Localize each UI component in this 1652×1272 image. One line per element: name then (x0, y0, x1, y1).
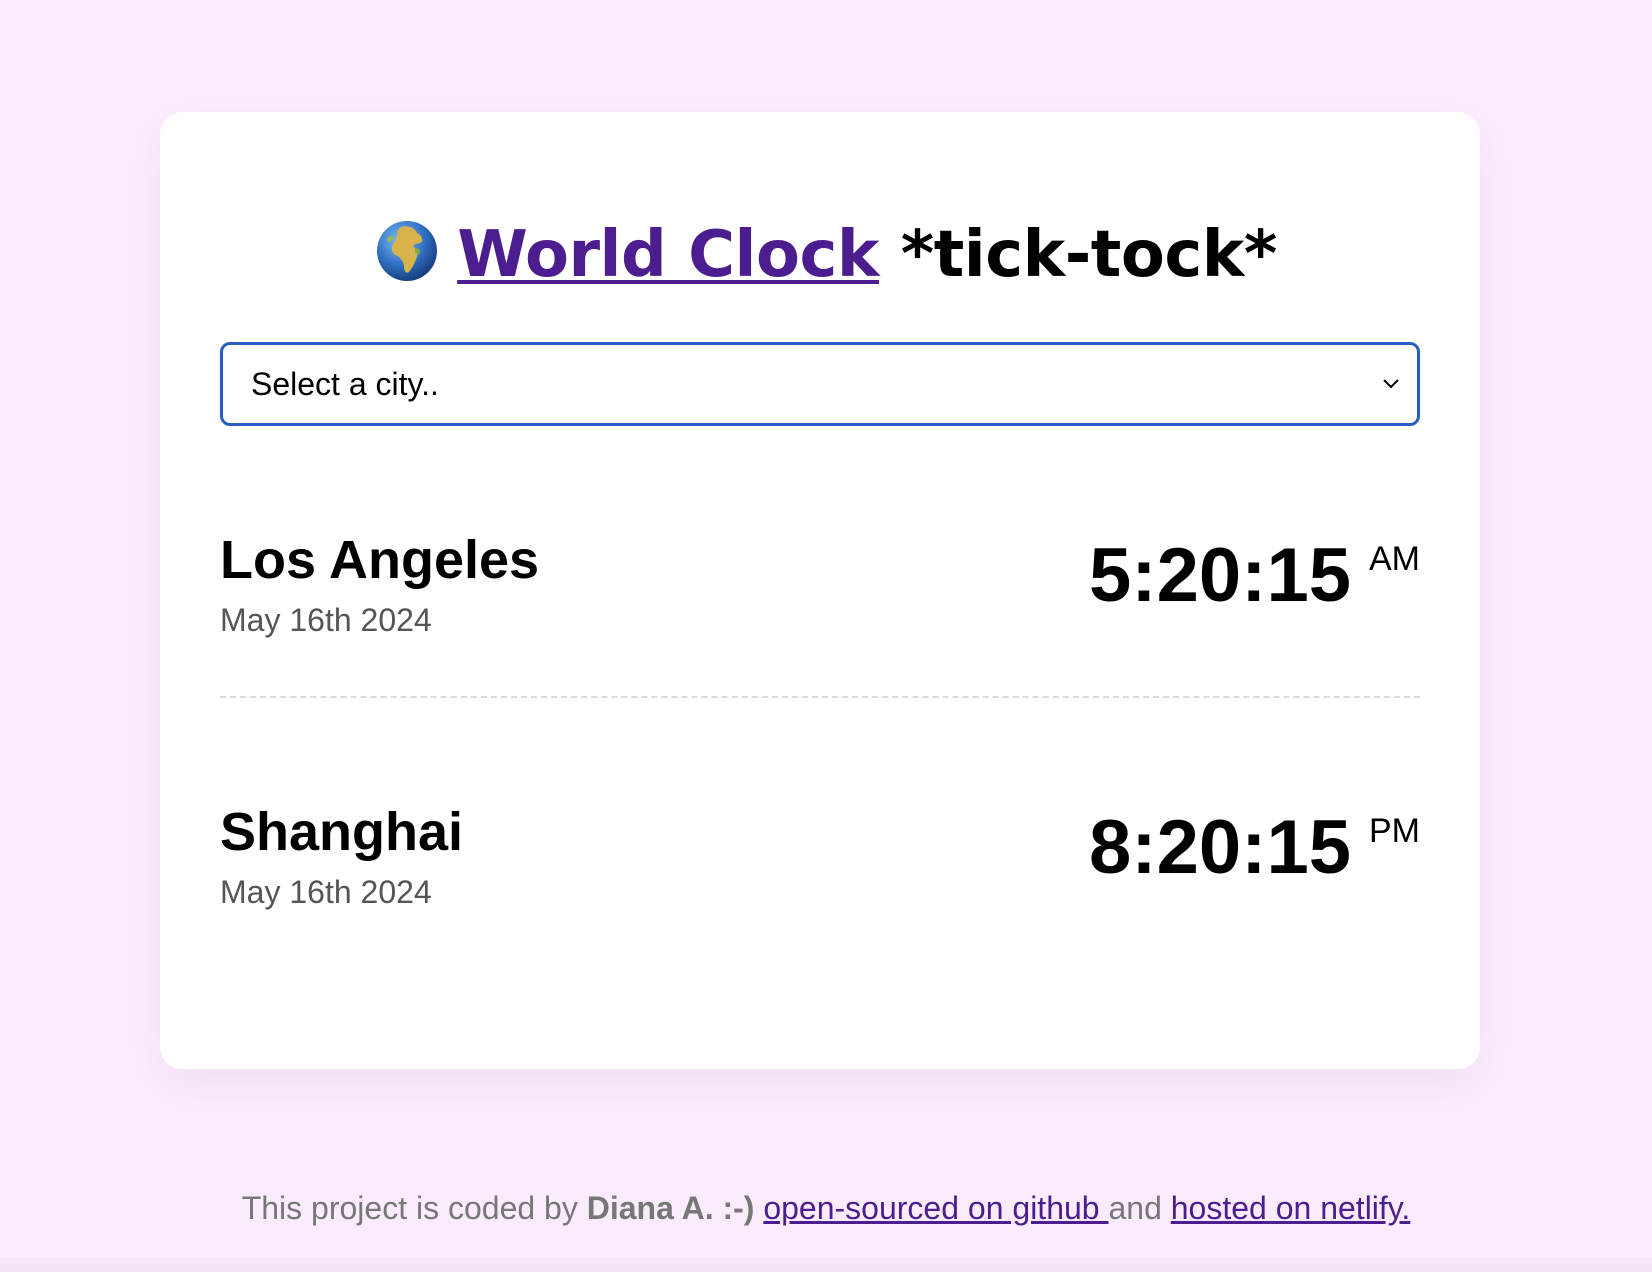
time-digits: 8:20:15 (1089, 805, 1351, 890)
time-digits: 5:20:15 (1089, 533, 1351, 618)
city-select-value: Select a city.. (251, 366, 439, 402)
time-ampm: AM (1369, 540, 1420, 579)
title-suffix: *tick-tock* (900, 218, 1278, 292)
city-date: May 16th 2024 (220, 874, 432, 910)
city-name: Shanghai (220, 802, 464, 862)
footer: This project is coded by Diana A. :-) op… (0, 1186, 1652, 1230)
page-title: World Clock *tick-tock* (0, 200, 1652, 310)
time-ampm: PM (1369, 812, 1420, 851)
chevron-down-icon (1383, 379, 1399, 389)
footer-author: Diana A. :-) (586, 1190, 755, 1226)
city-select[interactable]: Select a city.. (220, 342, 1420, 426)
city-row: Shanghai May 16th 2024 8:20:15 PM (220, 800, 1420, 940)
bottom-bar (0, 1258, 1652, 1272)
city-divider (220, 696, 1420, 698)
city-time: 5:20:15 AM (1089, 528, 1420, 624)
globe-africa-icon (377, 221, 438, 282)
city-row: Los Angeles May 16th 2024 5:20:15 AM (220, 528, 1420, 668)
github-link[interactable]: open-sourced on github (763, 1190, 1108, 1226)
netlify-link[interactable]: hosted on netlify. (1171, 1190, 1411, 1226)
world-clock-link[interactable]: World Clock (457, 218, 879, 292)
footer-prefix: This project is coded by (241, 1190, 587, 1226)
city-name: Los Angeles (220, 530, 540, 590)
city-date: May 16th 2024 (220, 602, 432, 638)
city-time: 8:20:15 PM (1089, 800, 1420, 896)
footer-middle: and (1108, 1190, 1171, 1226)
